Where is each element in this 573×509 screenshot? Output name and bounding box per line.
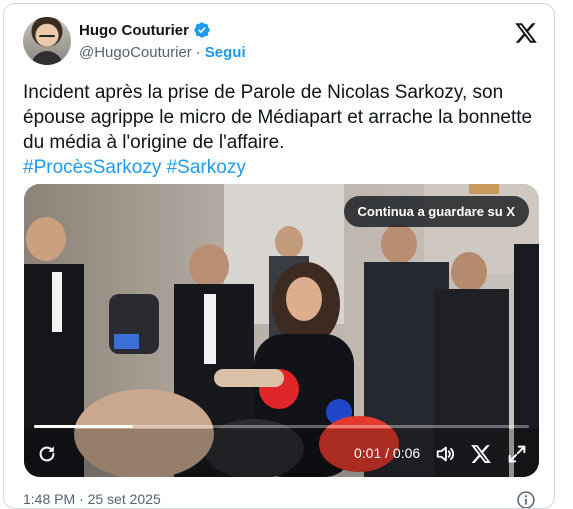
tweet-text: Incident après la prise de Parole de Nic… [23,80,538,180]
author-handle[interactable]: @HugoCouturier [79,44,192,61]
video-progress-bar[interactable] [34,425,529,428]
tweet-card[interactable]: Hugo Couturier @HugoCouturier · Segui In… [3,3,555,509]
info-icon[interactable] [516,490,536,509]
tweet-body: Incident après la prise de Parole de Nic… [23,82,538,153]
fullscreen-icon[interactable] [506,443,528,465]
avatar-glasses [39,35,55,39]
author-avatar[interactable] [23,17,71,65]
author-display-name[interactable]: Hugo Couturier [79,22,189,39]
author-handle-row: @HugoCouturier · Segui [79,44,246,61]
x-logo-icon[interactable] [470,443,492,465]
tweet-header: Hugo Couturier @HugoCouturier · Segui [23,17,538,67]
avatar-shoulders [31,51,63,65]
handle-separator: · [195,44,201,61]
tweet-timestamp[interactable]: 1:48 PM · 25 set 2025 [23,491,161,507]
replay-icon[interactable] [36,443,58,465]
video-controls: 0:01 / 0:06 [24,431,539,477]
x-logo-icon[interactable] [514,21,538,45]
video-time: 0:01 / 0:06 [354,445,421,461]
verified-badge-icon [194,22,210,38]
author-name-row: Hugo Couturier [79,21,211,39]
tweet-hashtags[interactable]: #ProcèsSarkozy #Sarkozy [23,157,246,178]
follow-button[interactable]: Segui [205,44,246,61]
volume-icon[interactable] [434,443,456,465]
video-player[interactable]: Continua a guardare su X 0:01 / 0:06 [24,184,539,477]
video-progress-fill [34,425,133,428]
continue-on-x-button[interactable]: Continua a guardare su X [343,196,529,227]
